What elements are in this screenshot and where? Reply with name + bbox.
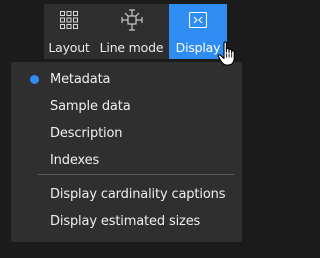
layout-button[interactable]: Layout <box>44 4 94 59</box>
display-dropdown-menu: Metadata Sample data Description Indexes… <box>11 62 242 242</box>
line-mode-label: Line mode <box>99 40 164 55</box>
menu-item-metadata[interactable]: Metadata <box>11 67 242 92</box>
menu-item-sample-data[interactable]: Sample data <box>11 94 242 119</box>
menu-separator <box>38 174 234 175</box>
selected-radio-dot <box>30 75 39 84</box>
layout-label: Layout <box>48 40 90 55</box>
display-icon <box>188 8 208 32</box>
toolbar: Layout Line mode Display <box>44 4 227 59</box>
line-mode-icon <box>120 8 143 32</box>
app-window: Layout Line mode Display Metadata Sample… <box>0 0 253 258</box>
menu-item-indexes[interactable]: Indexes <box>11 148 242 173</box>
menu-item-label: Indexes <box>50 153 100 168</box>
menu-item-label: Description <box>50 126 123 141</box>
menu-item-description[interactable]: Description <box>11 121 242 146</box>
menu-item-label: Sample data <box>50 99 131 114</box>
menu-item-label: Metadata <box>50 72 111 87</box>
menu-option-label: Display cardinality captions <box>50 187 226 202</box>
menu-option-display-cardinality-captions[interactable]: Display cardinality captions <box>11 182 242 207</box>
hand-pointer-cursor-icon <box>217 41 235 66</box>
line-mode-button[interactable]: Line mode <box>94 4 169 59</box>
grid-icon <box>59 8 79 32</box>
display-label: Display <box>175 40 221 55</box>
menu-option-label: Display estimated sizes <box>50 214 201 229</box>
menu-option-display-estimated-sizes[interactable]: Display estimated sizes <box>11 209 242 234</box>
